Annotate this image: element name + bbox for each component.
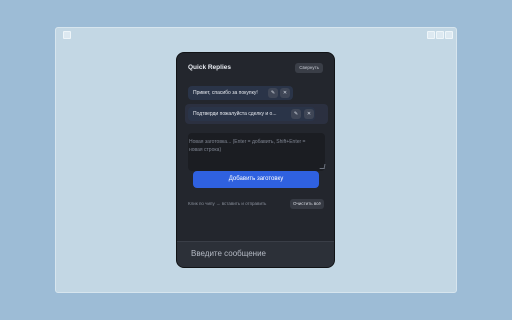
clear-all-button[interactable]: Очистить всё: [290, 199, 324, 209]
pencil-icon[interactable]: ✎: [268, 88, 278, 98]
reply-chip-label: Привет, спасибо за покупку!: [193, 90, 258, 96]
minimize-icon[interactable]: [427, 31, 435, 39]
close-window-icon[interactable]: [445, 31, 453, 39]
close-icon[interactable]: ✕: [280, 88, 290, 98]
window-menu-icon[interactable]: [63, 31, 71, 39]
maximize-icon[interactable]: [436, 31, 444, 39]
collapse-button[interactable]: Свернуть: [295, 63, 323, 73]
panel-title: Quick Replies: [188, 64, 231, 71]
quick-replies-panel: Quick Replies Свернуть Привет, спасибо з…: [176, 52, 335, 268]
reply-chip-label: Подтверди пожалуйста сделку и о...: [193, 111, 277, 117]
add-reply-button[interactable]: Добавить заготовку: [193, 171, 319, 188]
close-icon[interactable]: ✕: [304, 109, 314, 119]
window-controls: [427, 31, 453, 39]
message-placeholder: Введите сообщение: [191, 249, 266, 258]
panel-header: Quick Replies Свернуть: [177, 53, 334, 81]
new-reply-placeholder: Новая заготовка... (Enter = добавить, Sh…: [189, 139, 306, 153]
usage-hint: Клик по чипу → вставить и отправить: [188, 201, 267, 206]
resize-handle-icon[interactable]: [319, 164, 326, 169]
pencil-icon[interactable]: ✎: [291, 109, 301, 119]
